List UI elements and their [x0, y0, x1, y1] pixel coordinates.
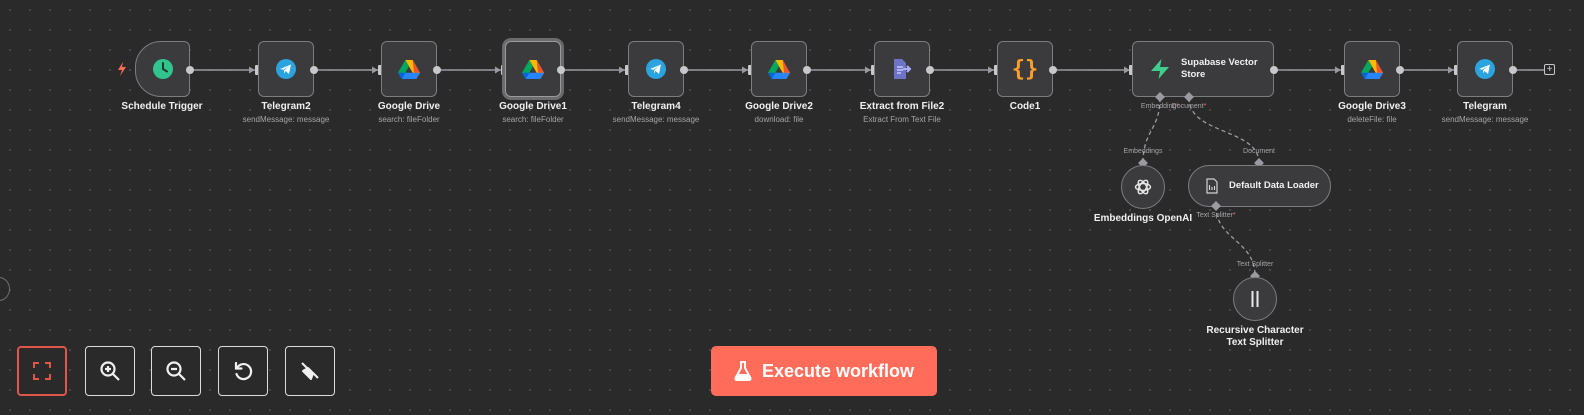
- canvas-edge-handle[interactable]: [0, 277, 10, 301]
- zoom-out-button[interactable]: [151, 346, 201, 396]
- node-telegram4[interactable]: [628, 41, 684, 97]
- node-title: Google Drive: [377, 101, 441, 112]
- output-port[interactable]: [557, 66, 565, 74]
- port-label-document: Document: [1243, 148, 1275, 155]
- execute-workflow-button[interactable]: Execute workflow: [711, 346, 937, 396]
- port-label-text-splitter-out: Text Splitter: [1236, 261, 1274, 268]
- node-subtitle: sendMessage: message: [1441, 115, 1529, 124]
- node-google-drive3[interactable]: [1344, 41, 1400, 97]
- node-subtitle: search: fileFolder: [378, 115, 440, 124]
- telegram-icon: [1474, 58, 1496, 80]
- output-port[interactable]: [1270, 66, 1278, 74]
- node-code1[interactable]: {}: [997, 41, 1053, 97]
- tidy-up-button[interactable]: [285, 346, 335, 396]
- execute-workflow-label: Execute workflow: [761, 360, 915, 381]
- node-title: Embeddings OpenAI: [1093, 213, 1193, 224]
- node-supabase-vector-store[interactable]: Supabase Vector Store: [1132, 41, 1274, 97]
- output-port[interactable]: [310, 66, 318, 74]
- clock-icon: [152, 58, 174, 80]
- node-subtitle: Extract From Text File: [863, 115, 941, 124]
- node-title: Google Drive3: [1338, 101, 1406, 112]
- openai-icon: [1133, 177, 1153, 197]
- node-title: Telegram4: [631, 101, 681, 112]
- node-telegram2[interactable]: [258, 41, 314, 97]
- node-title: Telegram2: [261, 101, 311, 112]
- node-title: Schedule Trigger: [121, 101, 203, 112]
- output-port[interactable]: [926, 66, 934, 74]
- output-port[interactable]: [680, 66, 688, 74]
- node-default-data-loader[interactable]: Default Data Loader: [1188, 165, 1331, 207]
- reset-icon: [232, 360, 254, 382]
- google-drive-icon: [522, 59, 544, 79]
- output-port[interactable]: [803, 66, 811, 74]
- flask-icon: [734, 361, 752, 381]
- google-drive-icon: [768, 59, 790, 79]
- node-subtitle: search: fileFolder: [502, 115, 564, 124]
- zoom-in-icon: [99, 360, 121, 382]
- output-port[interactable]: [1509, 66, 1517, 74]
- port-label-text-splitter: Text Splitter*: [1196, 212, 1236, 219]
- node-schedule-trigger[interactable]: [135, 41, 190, 97]
- telegram-icon: [645, 58, 667, 80]
- node-title: Code1: [1009, 101, 1041, 112]
- telegram-icon: [275, 58, 297, 80]
- fit-view-button[interactable]: [17, 346, 67, 396]
- trigger-bolt-icon: [118, 62, 126, 76]
- node-title: Google Drive1: [499, 101, 567, 112]
- port-label-document: Document*: [1171, 103, 1207, 110]
- node-subtitle: download: file: [754, 115, 804, 124]
- broom-icon: [299, 360, 321, 382]
- reset-zoom-button[interactable]: [218, 346, 268, 396]
- text-splitter-icon: [1249, 290, 1261, 308]
- port-label-embeddings: Embeddings: [1123, 148, 1163, 155]
- google-drive-icon: [398, 59, 420, 79]
- node-google-drive1[interactable]: [505, 41, 561, 97]
- node-subtitle: deleteFile: file: [1347, 115, 1397, 124]
- node-google-drive[interactable]: [381, 41, 437, 97]
- google-drive-icon: [1361, 59, 1383, 79]
- node-title: Recursive Character Text Splitter: [1206, 325, 1304, 348]
- output-port[interactable]: [433, 66, 441, 74]
- supabase-icon: [1149, 58, 1171, 80]
- fit-view-icon: [32, 361, 52, 381]
- file-extract-icon: [891, 58, 913, 80]
- node-subtitle: sendMessage: message: [612, 115, 700, 124]
- add-node-plus-icon[interactable]: +: [1544, 64, 1555, 75]
- node-embeddings-openai[interactable]: [1121, 165, 1165, 209]
- node-google-drive2[interactable]: [751, 41, 807, 97]
- output-port[interactable]: [1396, 66, 1404, 74]
- document-loader-icon: [1205, 178, 1219, 194]
- node-recursive-text-splitter[interactable]: [1233, 277, 1277, 321]
- node-title: Supabase Vector Store: [1181, 57, 1258, 80]
- zoom-in-button[interactable]: [85, 346, 135, 396]
- output-port[interactable]: [1049, 66, 1057, 74]
- node-extract-from-file2[interactable]: [874, 41, 930, 97]
- node-subtitle: sendMessage: message: [242, 115, 330, 124]
- zoom-out-icon: [165, 360, 187, 382]
- output-port[interactable]: [186, 66, 194, 74]
- node-title: Telegram: [1463, 101, 1507, 112]
- node-telegram[interactable]: [1457, 41, 1513, 97]
- node-title: Extract from File2: [859, 101, 945, 112]
- code-braces-icon: {}: [1011, 56, 1039, 82]
- node-title: Google Drive2: [745, 101, 813, 112]
- node-title: Default Data Loader: [1229, 180, 1319, 191]
